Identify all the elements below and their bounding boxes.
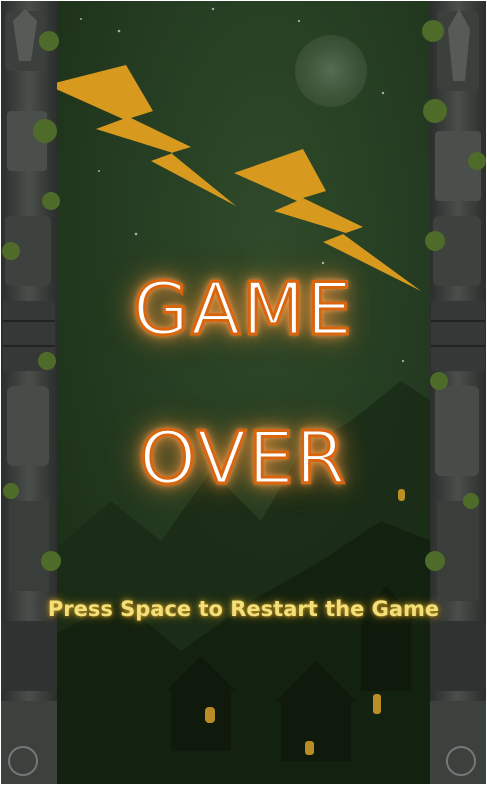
game-scene (1, 1, 486, 784)
restart-hint: Press Space to Restart the Game (47, 597, 440, 621)
game-over-title-line-2: OVER (138, 415, 348, 502)
game-over-title-line-1: GAME (132, 266, 354, 353)
moon-icon (295, 35, 367, 107)
right-totem-pillar (422, 1, 486, 784)
left-totem-pillar (1, 1, 61, 784)
game-screen[interactable]: GAME OVER Press Space to Restart the Gam… (1, 1, 486, 784)
lightning-bolt-icon (47, 65, 236, 206)
